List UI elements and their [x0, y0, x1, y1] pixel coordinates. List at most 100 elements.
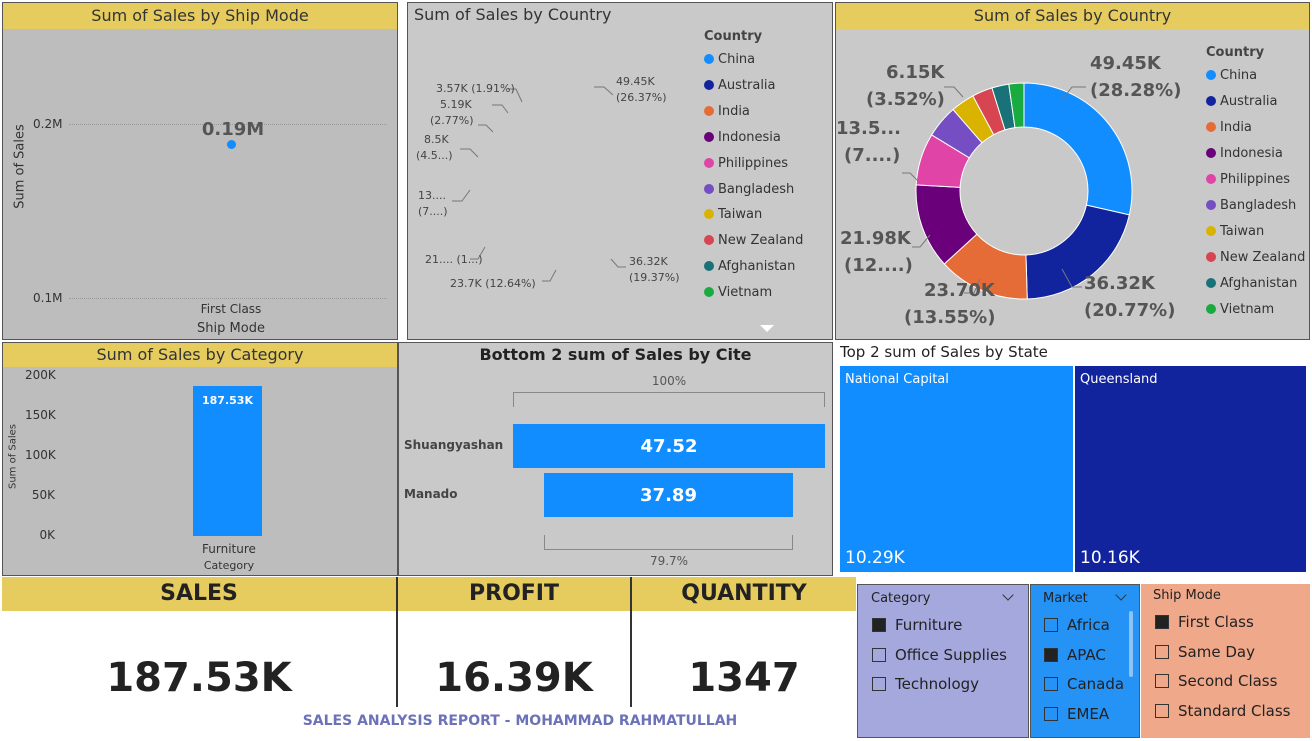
legend-marker — [704, 261, 714, 272]
legend-item-new-zealand[interactable]: New Zealand — [704, 233, 803, 248]
category-ytick-label: 200K — [25, 368, 56, 382]
label-indonesia: 21.... (1...) — [425, 253, 483, 266]
ship-mode-gridline-bottom — [69, 298, 387, 299]
category-bar-furniture[interactable] — [193, 385, 262, 536]
legend-item-vietnam[interactable]: Vietnam — [1206, 302, 1274, 317]
donut-slice-china[interactable] — [1023, 82, 1133, 216]
legend-label: Bangladesh — [718, 181, 795, 197]
market-option-emea[interactable]: EMEA — [1044, 705, 1109, 723]
market-slicer[interactable]: Market Africa APAC Canada EMEA — [1030, 584, 1140, 738]
legend-item-india[interactable]: India — [704, 104, 750, 119]
category-slicer[interactable]: Category Furniture Office Supplies Techn… — [857, 584, 1029, 738]
country-legend-large-title: Country — [1206, 45, 1265, 60]
state-tile-queensland[interactable]: Queensland 10.16K — [1075, 366, 1306, 572]
category-option-technology[interactable]: Technology — [872, 675, 979, 693]
legend-item-taiwan[interactable]: Taiwan — [704, 207, 762, 222]
checkbox[interactable] — [1155, 704, 1169, 718]
legend-label: New Zealand — [1220, 250, 1306, 265]
label-large-india-1: 23.70K — [924, 280, 996, 301]
market-option-apac[interactable]: APAC — [1044, 646, 1106, 664]
legend-marker — [704, 131, 714, 142]
label-india: 23.7K (12.64%) — [450, 277, 536, 290]
checkbox[interactable] — [872, 677, 886, 691]
ship-mode-x-axis-label: Ship Mode — [197, 321, 265, 336]
legend-label: Vietnam — [718, 285, 773, 301]
label-large-philippines-2: (7....) — [844, 145, 900, 166]
legend-item-afghanistan[interactable]: Afghanistan — [1206, 276, 1297, 291]
market-option-africa[interactable]: Africa — [1044, 616, 1110, 634]
kpi-quantity-label: QUANTITY — [632, 577, 856, 611]
legend-item-india[interactable]: India — [1206, 120, 1252, 135]
legend-item-indonesia[interactable]: Indonesia — [1206, 146, 1283, 161]
label-large-indonesia-2: (12....) — [844, 255, 913, 276]
label-bangladesh-line1: 8.5K — [424, 133, 449, 146]
ship-mode-option-second-class[interactable]: Second Class — [1155, 672, 1277, 690]
legend-marker — [1206, 226, 1216, 236]
ship-mode-slicer[interactable]: Ship Mode First Class Same Day Second Cl… — [1141, 584, 1310, 738]
category-chart-panel[interactable]: Sum of Sales by Category Sum of Sales 20… — [2, 342, 398, 576]
legend-item-china[interactable]: China — [704, 52, 755, 67]
legend-label: Philippines — [718, 155, 789, 171]
cite-row-1-city: Shuangyashan — [404, 438, 504, 452]
checkbox[interactable] — [1044, 618, 1058, 632]
market-option-canada[interactable]: Canada — [1044, 675, 1124, 693]
ship-mode-y-axis-label: Sum of Sales — [12, 124, 28, 209]
market-slicer-title: Market — [1043, 591, 1088, 606]
legend-item-afghanistan[interactable]: Afghanistan — [704, 259, 795, 274]
legend-marker — [1206, 122, 1216, 132]
category-option-furniture[interactable]: Furniture — [872, 616, 962, 634]
label-china-line1: 49.45K — [616, 75, 655, 88]
label-large-india-2: (13.55%) — [904, 307, 995, 328]
cite-row-2-city: Manado — [404, 487, 458, 501]
label-large-taiwan-2: (3.52%) — [866, 89, 945, 110]
state-treemap-panel[interactable]: Top 2 sum of Sales by State National Cap… — [836, 342, 1310, 576]
category-bar-value-label: 187.53K — [202, 393, 253, 407]
legend-item-china[interactable]: China — [1206, 68, 1257, 83]
checkbox[interactable] — [1044, 707, 1058, 721]
legend-item-bangladesh[interactable]: Bangladesh — [1206, 198, 1296, 213]
ship-mode-data-point[interactable] — [227, 140, 236, 149]
country-donut-large-panel[interactable]: Sum of Sales by Country 49.45K (28.28%) … — [835, 2, 1310, 340]
legend-item-vietnam[interactable]: Vietnam — [704, 285, 772, 300]
legend-item-philippines[interactable]: Philippines — [704, 156, 788, 171]
category-option-office-supplies[interactable]: Office Supplies — [872, 646, 1007, 664]
kpi-profit-card: PROFIT 16.39K — [398, 577, 632, 707]
legend-label: Australia — [718, 77, 776, 93]
ship-mode-ytick-bottom: 0.1M — [33, 291, 63, 305]
kpi-profit-value: 16.39K — [435, 655, 593, 701]
legend-item-taiwan[interactable]: Taiwan — [1206, 224, 1264, 239]
checkbox-checked[interactable] — [1044, 648, 1058, 662]
legend-label: India — [718, 103, 750, 119]
ship-mode-chart-panel[interactable]: Sum of Sales by Ship Mode Sum of Sales 0… — [2, 2, 398, 340]
category-slicer-chevron-icon[interactable] — [1002, 589, 1014, 601]
category-y-axis-label: Sum of Sales — [7, 423, 19, 490]
checkbox[interactable] — [872, 648, 886, 662]
ship-mode-option-standard-class[interactable]: Standard Class — [1155, 702, 1290, 720]
legend-item-new-zealand[interactable]: New Zealand — [1206, 250, 1305, 265]
legend-scroll-down-icon[interactable] — [760, 325, 774, 332]
legend-marker — [1206, 96, 1216, 106]
country-donut-small-leaders — [452, 86, 626, 282]
legend-marker — [704, 235, 714, 246]
legend-item-bangladesh[interactable]: Bangladesh — [704, 182, 794, 197]
legend-item-philippines[interactable]: Philippines — [1206, 172, 1290, 187]
checkbox[interactable] — [1044, 677, 1058, 691]
checkbox[interactable] — [1155, 645, 1169, 659]
category-ytick-label: 50K — [31, 488, 55, 502]
market-slicer-chevron-icon[interactable] — [1115, 589, 1127, 601]
ship-mode-option-same-day[interactable]: Same Day — [1155, 643, 1255, 661]
country-donut-small-panel[interactable]: Sum of Sales by Country 49.45K (26.37%) … — [407, 2, 833, 340]
legend-item-australia[interactable]: Australia — [704, 78, 776, 93]
kpi-sales-label: SALES — [2, 577, 396, 611]
legend-item-australia[interactable]: Australia — [1206, 94, 1278, 109]
ship-mode-option-first-class[interactable]: First Class — [1155, 613, 1254, 631]
legend-item-indonesia[interactable]: Indonesia — [704, 130, 781, 145]
market-slicer-scrollbar[interactable] — [1129, 611, 1133, 677]
state-tile-national-capital[interactable]: National Capital 10.29K — [840, 366, 1073, 572]
legend-label: Australia — [1220, 94, 1278, 109]
checkbox-checked[interactable] — [872, 618, 886, 632]
cite-funnel-panel[interactable]: Bottom 2 sum of Sales by Cite 100% Shuan… — [398, 342, 833, 576]
legend-label: Bangladesh — [1220, 198, 1297, 213]
checkbox[interactable] — [1155, 674, 1169, 688]
checkbox-checked[interactable] — [1155, 615, 1169, 629]
